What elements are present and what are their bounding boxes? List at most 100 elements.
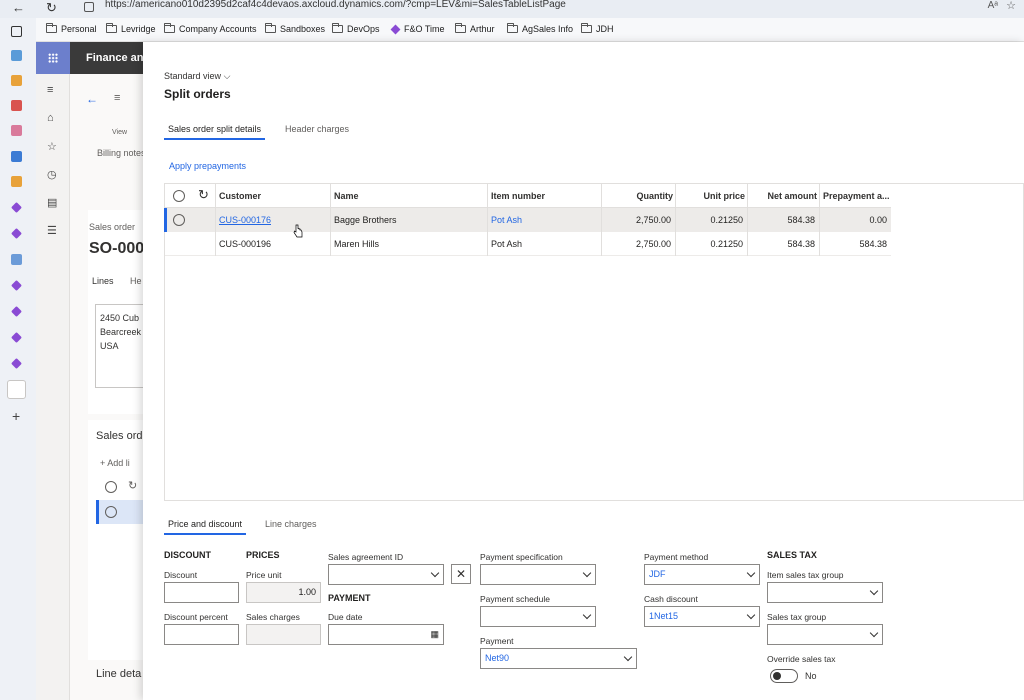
discount-field[interactable] [164, 582, 239, 603]
row-radio[interactable] [105, 506, 117, 518]
active-dynamics-icon[interactable] [7, 380, 26, 399]
bookmark-agsales-info[interactable]: AgSales Info [507, 23, 573, 34]
app-icon[interactable] [11, 50, 22, 61]
dynamics-icon[interactable] [11, 202, 22, 213]
bookmark-arthur[interactable]: Arthur [455, 23, 495, 34]
column-quantity[interactable]: Quantity [605, 184, 673, 208]
tab-header-charges[interactable]: Header charges [285, 124, 349, 134]
tab-price-and-discount[interactable]: Price and discount [163, 519, 247, 535]
dialog-title: Split orders [164, 87, 231, 101]
tab-sales-order-split-details[interactable]: Sales order split details [163, 124, 266, 140]
selected-line-row[interactable] [96, 500, 148, 524]
dynamics-icon[interactable] [11, 358, 22, 369]
prices-heading: PRICES [246, 550, 280, 560]
bookmark-company-accounts[interactable]: Company Accounts [164, 23, 257, 34]
customer-link[interactable]: CUS-000176 [219, 208, 271, 232]
chevron-down-icon [746, 568, 756, 578]
column-customer[interactable]: Customer [219, 184, 261, 208]
app-launcher[interactable] [36, 42, 70, 74]
refresh-icon[interactable]: ↻ [198, 187, 209, 203]
hamburger-icon[interactable]: ≡ [47, 84, 53, 96]
favorites-icon[interactable]: ☆ [47, 140, 57, 153]
add-icon[interactable]: + [12, 408, 20, 424]
dynamics-icon[interactable] [11, 306, 22, 317]
sales-tax-group-select[interactable] [767, 624, 883, 645]
tab-lines[interactable]: Lines [92, 276, 114, 286]
bookmark-fo-time[interactable]: F&O Time [390, 24, 445, 34]
due-date-label: Due date [328, 612, 363, 622]
chevron-down-icon [430, 568, 440, 578]
address-bar[interactable]: https://americano010d2395d2caf4c4devaos.… [105, 0, 566, 10]
folder-icon [265, 23, 276, 33]
dynamics-icon[interactable] [11, 280, 22, 291]
view-selector[interactable]: Standard view ⌵ [164, 71, 230, 82]
bookmark-levridge[interactable]: Levridge [106, 23, 156, 34]
quantity-cell: 2,750.00 [635, 239, 671, 249]
tab-actions-icon[interactable] [11, 26, 22, 37]
table-row[interactable]: CUS-000196 Maren Hills Pot Ash 2,750.00 … [165, 232, 891, 256]
dynamics-icon[interactable] [11, 228, 22, 239]
workspaces-icon[interactable]: ▤ [47, 196, 57, 209]
sales-agreement-select[interactable] [328, 564, 444, 585]
select-all-radio[interactable] [105, 481, 117, 493]
item-number-cell[interactable]: Pot Ash [491, 208, 522, 232]
mouse-cursor-icon [293, 224, 303, 238]
payment-schedule-select[interactable] [480, 606, 596, 627]
clear-agreement-button[interactable]: ✕ [451, 564, 471, 584]
app-icon[interactable] [11, 100, 22, 111]
app-icon[interactable] [11, 75, 22, 86]
tab-line-charges[interactable]: Line charges [265, 519, 317, 529]
site-info-icon[interactable] [84, 2, 94, 12]
grid-header: ↻ Customer Name Item number Quantity Uni… [165, 184, 891, 208]
bookmark-jdh[interactable]: JDH [581, 23, 614, 34]
payment-method-select[interactable]: JDF [644, 564, 760, 585]
refresh-icon[interactable]: ↻ [128, 479, 137, 492]
background-page: ← ≡ View Billing notes Sales order SO-00… [70, 74, 150, 700]
refresh-icon[interactable]: ↻ [46, 0, 57, 16]
favorite-star-icon[interactable]: ☆ [1006, 0, 1016, 12]
chevron-down-icon [869, 628, 879, 638]
row-radio[interactable] [173, 214, 185, 226]
discount-percent-label: Discount percent [164, 612, 228, 622]
unit-price-cell: 0.21250 [710, 215, 743, 225]
calendar-icon[interactable]: ▦ [430, 625, 439, 644]
add-line-button[interactable]: + Add li [100, 458, 130, 468]
home-icon[interactable]: ⌂ [47, 112, 54, 124]
back-icon[interactable]: ← [12, 0, 25, 16]
column-prepayment-amount[interactable]: Prepayment a... [823, 184, 891, 208]
tab-header[interactable]: He [130, 276, 142, 286]
app-icon[interactable] [11, 125, 22, 136]
menu-icon[interactable]: ≡ [114, 92, 120, 104]
column-item-number[interactable]: Item number [491, 184, 545, 208]
item-sales-tax-group-select[interactable] [767, 582, 883, 603]
cash-discount-select[interactable]: 1Net15 [644, 606, 760, 627]
due-date-field[interactable]: ▦ [328, 624, 444, 645]
override-sales-tax-toggle[interactable] [770, 669, 798, 683]
column-name[interactable]: Name [334, 184, 359, 208]
bookmark-personal[interactable]: Personal [46, 23, 97, 34]
dynamics-icon[interactable] [11, 332, 22, 343]
payment-specification-select[interactable] [480, 564, 596, 585]
item-sales-tax-group-label: Item sales tax group [767, 570, 844, 580]
bookmark-sandboxes[interactable]: Sandboxes [265, 23, 325, 34]
app-icon[interactable] [11, 176, 22, 187]
split-orders-dialog: Standard view ⌵ Split orders Sales order… [143, 42, 1024, 700]
column-unit-price[interactable]: Unit price [679, 184, 745, 208]
modules-icon[interactable]: ☰ [47, 224, 57, 237]
dynamics-icon [390, 24, 401, 34]
apply-prepayments-button[interactable]: Apply prepayments [169, 161, 246, 171]
select-all-radio[interactable] [173, 190, 185, 202]
discount-percent-field[interactable] [164, 624, 239, 645]
item-number-cell[interactable]: Pot Ash [491, 232, 522, 256]
payment-select[interactable]: Net90 [480, 648, 637, 669]
read-aloud-icon[interactable]: Aᵃ [988, 0, 998, 11]
table-row[interactable]: CUS-000176 Bagge Brothers Pot Ash 2,750.… [164, 208, 891, 232]
bookmark-devops[interactable]: DevOps [332, 23, 380, 34]
outlook-icon[interactable] [11, 151, 22, 162]
customer-cell[interactable]: CUS-000196 [219, 232, 271, 256]
app-icon[interactable] [11, 254, 22, 265]
recent-icon[interactable]: ◷ [47, 168, 57, 181]
column-net-amount[interactable]: Net amount [751, 184, 818, 208]
back-arrow-icon[interactable]: ← [86, 92, 98, 106]
quantity-cell: 2,750.00 [635, 215, 671, 225]
